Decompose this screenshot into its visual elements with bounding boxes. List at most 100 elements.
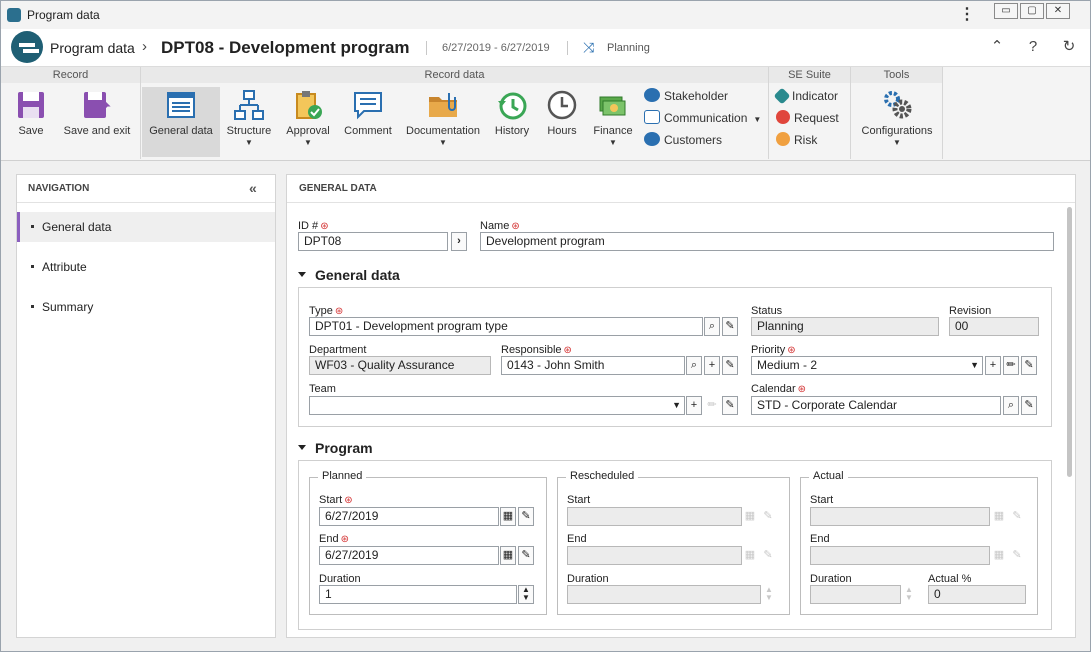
communication-button[interactable]: Communication ▼	[644, 109, 761, 127]
collapse-up-icon[interactable]: ⌃	[987, 37, 1007, 57]
structure-tree-icon	[234, 90, 264, 120]
hours-button[interactable]: Hours	[541, 87, 583, 157]
structure-label: Structure	[226, 125, 272, 137]
type-field[interactable]: DPT01 - Development program type	[309, 317, 703, 336]
navigation-panel: NAVIGATION « General data Attribute Summ…	[16, 174, 276, 638]
actual-end-field	[810, 546, 990, 565]
search-icon[interactable]: ⌕	[704, 317, 720, 336]
navigation-title: NAVIGATION	[17, 175, 275, 203]
finance-label: Finance	[593, 125, 633, 137]
team-select[interactable]: ▼	[309, 396, 685, 415]
clear-brush-icon[interactable]: ✎	[1021, 356, 1037, 375]
nav-item-general-data[interactable]: General data	[17, 212, 275, 242]
calendar-icon[interactable]: ▦	[500, 507, 516, 526]
risk-button[interactable]: Risk	[776, 131, 817, 149]
rescheduled-end-label: End	[567, 533, 587, 545]
collapse-left-icon[interactable]: «	[249, 180, 257, 196]
customers-button[interactable]: Customers	[644, 131, 722, 149]
configurations-button[interactable]: Configurations ▼	[857, 87, 937, 157]
edit-pencil-icon: ✏	[707, 399, 717, 411]
search-icon[interactable]: ⌕	[686, 356, 702, 375]
team-label: Team	[309, 383, 336, 395]
clear-brush-icon[interactable]: ✎	[722, 317, 738, 336]
type-label-text: Type	[309, 305, 333, 317]
actual-title: Actual	[809, 470, 848, 482]
ribbon-group-se-suite: SE Suite	[769, 67, 851, 83]
clear-brush-icon: ✎	[1012, 549, 1022, 561]
request-icon	[776, 110, 790, 124]
stakeholder-label: Stakeholder	[664, 89, 729, 103]
clear-brush-icon[interactable]: ✎	[1021, 396, 1037, 415]
calendar-label: Calendar ⊛	[751, 383, 806, 395]
required-icon: ⊛	[563, 345, 572, 356]
chevron-down-icon: ▼	[672, 400, 681, 410]
responsible-field[interactable]: 0143 - John Smith	[501, 356, 685, 375]
history-button[interactable]: History	[489, 87, 535, 157]
planned-end-label: End ⊛	[319, 533, 349, 545]
next-arrow-icon[interactable]: ›	[451, 232, 467, 251]
calendar-icon[interactable]: ▦	[500, 546, 516, 565]
calendar-icon: ▦	[993, 549, 1005, 561]
gear-icon	[884, 91, 912, 119]
kebab-icon[interactable]: ⋮	[959, 5, 975, 25]
name-label: Name ⊛	[480, 220, 520, 232]
request-label: Request	[794, 111, 839, 125]
title-bar: Program data ⋮ ▭ ▢ ✕	[1, 1, 1090, 29]
name-field[interactable]: Development program	[480, 232, 1054, 251]
hours-label: Hours	[547, 125, 577, 137]
finance-button[interactable]: Finance ▼	[589, 87, 637, 157]
search-icon[interactable]: ⌕	[1003, 396, 1019, 415]
panel-title: GENERAL DATA	[287, 175, 1075, 203]
comment-button[interactable]: Comment	[341, 87, 395, 157]
approval-clipboard-icon	[296, 91, 322, 119]
general-data-button[interactable]: General data	[142, 87, 220, 157]
actual-duration-field	[810, 585, 901, 604]
close-button[interactable]: ✕	[1046, 3, 1070, 19]
date-range: 6/27/2019 - 6/27/2019	[442, 42, 550, 54]
vertical-scrollbar[interactable]	[1067, 207, 1072, 477]
dropdown-arrow-icon: ▼	[609, 138, 617, 147]
breadcrumb-app[interactable]: Program data	[50, 40, 135, 56]
clear-brush-icon[interactable]: ✎	[722, 356, 738, 375]
save-exit-icon	[84, 92, 111, 118]
approval-button[interactable]: Approval ▼	[281, 87, 335, 157]
indicator-button[interactable]: Indicator	[773, 87, 838, 105]
help-icon[interactable]: ?	[1023, 37, 1043, 57]
calendar-field[interactable]: STD - Corporate Calendar	[751, 396, 1001, 415]
add-icon[interactable]: +	[686, 396, 702, 415]
refresh-icon[interactable]: ↻	[1059, 37, 1079, 57]
save-and-exit-label: Save and exit	[63, 125, 131, 137]
maximize-button[interactable]: ▢	[1020, 3, 1044, 19]
priority-select[interactable]: Medium - 2 ▼	[751, 356, 983, 375]
stakeholder-button[interactable]: Stakeholder	[644, 87, 728, 105]
add-icon[interactable]: +	[704, 356, 720, 375]
add-icon[interactable]: +	[985, 356, 1001, 375]
planned-end-field[interactable]: 6/27/2019	[319, 546, 499, 565]
revision-field: 00	[949, 317, 1039, 336]
nav-item-summary[interactable]: Summary	[17, 292, 275, 322]
clock-icon	[547, 90, 577, 120]
section-general-data[interactable]: General data	[298, 267, 400, 283]
calendar-icon: ▦	[744, 510, 756, 522]
edit-pencil-icon[interactable]: ✏	[1003, 356, 1019, 375]
documentation-button[interactable]: Documentation ▼	[403, 87, 483, 157]
type-label: Type ⊛	[309, 305, 343, 317]
stepper-icon[interactable]: ▲ ▼	[518, 585, 534, 604]
header-divider	[426, 41, 427, 55]
actual-duration-label: Duration	[810, 573, 852, 585]
save-button[interactable]: Save	[9, 87, 53, 157]
clear-brush-icon[interactable]: ✎	[722, 396, 738, 415]
clear-brush-icon[interactable]: ✎	[518, 546, 534, 565]
structure-button[interactable]: Structure ▼	[223, 87, 275, 157]
planned-duration-field[interactable]: 1	[319, 585, 517, 604]
nav-item-attribute[interactable]: Attribute	[17, 252, 275, 282]
section-program[interactable]: Program	[298, 440, 373, 456]
clear-brush-icon[interactable]: ✎	[518, 507, 534, 526]
status-badge: Planning	[607, 42, 650, 54]
rescheduled-end-field	[567, 546, 742, 565]
id-field[interactable]: DPT08	[298, 232, 448, 251]
request-button[interactable]: Request	[776, 109, 839, 127]
planned-start-field[interactable]: 6/27/2019	[319, 507, 499, 526]
minimize-button[interactable]: ▭	[994, 3, 1018, 19]
save-and-exit-button[interactable]: Save and exit	[61, 87, 133, 157]
